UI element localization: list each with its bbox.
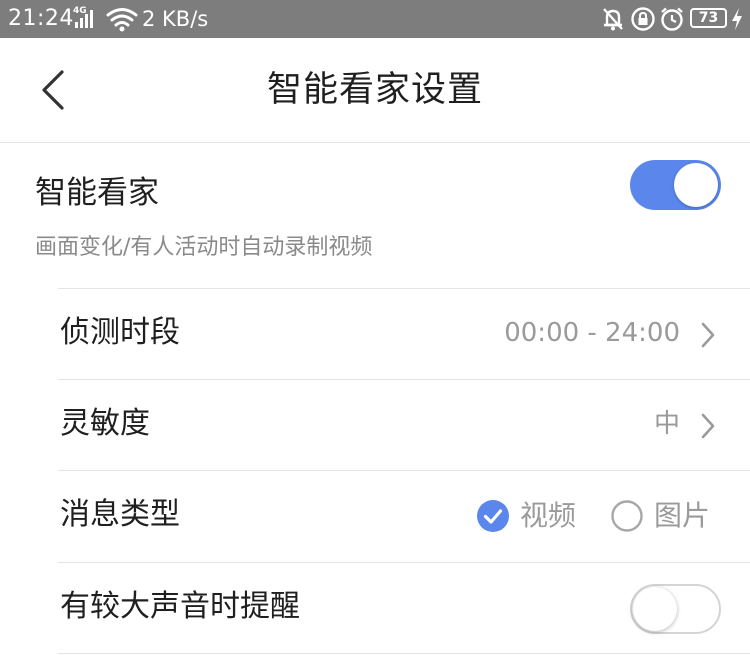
chevron-right-icon: [701, 413, 715, 439]
smart-home-watch-description: 画面变化/有人活动时自动录制视频: [35, 235, 373, 260]
detection-period-label: 侦测时段: [60, 315, 180, 350]
nav-bar: 智能看家设置: [0, 38, 750, 143]
smart-home-watch-label: 智能看家: [35, 175, 159, 211]
signal-icon: 4G: [73, 6, 97, 30]
message-type-row: 消息类型 视频 图片: [58, 470, 750, 561]
radio-checked-icon: [477, 500, 509, 532]
clock-icon: [661, 7, 683, 31]
detection-period-row[interactable]: 侦测时段 00:00 - 24:00: [58, 288, 750, 379]
battery-level: 73: [698, 10, 719, 26]
page-title: 智能看家设置: [266, 70, 483, 110]
wifi-icon: [106, 8, 138, 32]
divider: [58, 653, 750, 654]
message-type-video-radio[interactable]: 视频: [477, 497, 587, 535]
loud-sound-alert-row: 有较大声音时提醒: [58, 562, 750, 653]
charging-icon: [732, 8, 742, 30]
alarm-off-icon: [603, 8, 623, 31]
status-time: 21:24: [8, 6, 74, 31]
sensitivity-label: 灵敏度: [60, 406, 150, 441]
toggle-knob: [674, 163, 718, 207]
sensitivity-value: 中: [653, 409, 680, 439]
smart-home-watch-toggle[interactable]: [630, 160, 721, 210]
message-type-label: 消息类型: [60, 497, 180, 532]
chevron-right-icon: [701, 322, 715, 348]
sensitivity-row[interactable]: 灵敏度 中: [58, 379, 750, 470]
network-speed: 2 KB/s: [142, 7, 209, 31]
battery-icon: 73: [690, 8, 727, 28]
radio-unchecked-icon: [611, 500, 643, 532]
lock-rotation-icon: [631, 7, 655, 31]
detection-period-value: 00:00 - 24:00: [504, 318, 680, 348]
status-bar: 21:24 4G 2 KB/s 73: [0, 0, 750, 38]
message-type-image-label: 图片: [654, 499, 711, 532]
smart-home-watch-row: 智能看家 画面变化/有人活动时自动录制视频: [0, 143, 750, 288]
toggle-knob: [633, 587, 677, 631]
message-type-video-label: 视频: [520, 499, 577, 532]
message-type-image-radio[interactable]: 图片: [611, 497, 721, 535]
loud-sound-alert-toggle[interactable]: [630, 584, 721, 634]
loud-sound-alert-label: 有较大声音时提醒: [60, 589, 300, 624]
